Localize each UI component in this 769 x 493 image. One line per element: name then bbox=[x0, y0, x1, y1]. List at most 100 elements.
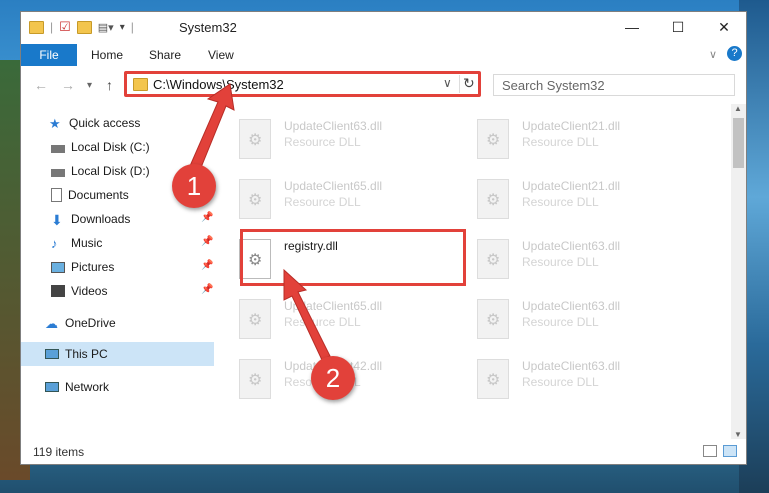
sidebar-item-music[interactable]: ♪ Music bbox=[51, 232, 102, 254]
sidebar-item-downloads[interactable]: ⬇ Downloads bbox=[51, 208, 130, 230]
pin-icon[interactable]: 📌 bbox=[201, 260, 213, 271]
file-item[interactable]: UpdateClient63.dll Resource DLL bbox=[234, 116, 454, 164]
file-type: Resource DLL bbox=[284, 315, 361, 329]
download-icon: ⬇ bbox=[51, 212, 63, 228]
maximize-button[interactable]: ☐ bbox=[655, 12, 701, 42]
sidebar-item-documents[interactable]: Documents bbox=[51, 184, 129, 206]
dll-file-icon bbox=[239, 179, 271, 219]
sidebar-item-videos[interactable]: Videos bbox=[51, 280, 107, 302]
file-type: Resource DLL bbox=[522, 375, 599, 389]
sidebar-item-this-pc[interactable]: This PC bbox=[45, 343, 108, 365]
file-type: Resource DLL bbox=[284, 135, 361, 149]
sidebar-item-label: Network bbox=[65, 380, 110, 394]
sidebar-item-label: Pictures bbox=[71, 260, 115, 274]
tab-file[interactable]: File bbox=[21, 44, 77, 66]
minimize-button[interactable]: — bbox=[609, 12, 655, 42]
pin-icon[interactable]: 📌 bbox=[201, 284, 213, 295]
file-item[interactable]: UpdateClient21.dll Resource DLL bbox=[472, 176, 692, 224]
file-item[interactable]: UpdateClient63.dll Resource DLL bbox=[472, 236, 692, 284]
sidebar-item-label: Downloads bbox=[71, 212, 131, 226]
dll-file-icon bbox=[239, 299, 271, 339]
sidebar-item-local-disk-c[interactable]: Local Disk (C:) bbox=[51, 136, 150, 158]
sidebar-item-pictures[interactable]: Pictures bbox=[51, 256, 114, 278]
vertical-scrollbar[interactable]: ▲ ▼ bbox=[731, 104, 746, 439]
music-icon: ♪ bbox=[51, 236, 58, 251]
scroll-up-icon[interactable]: ▲ bbox=[734, 104, 742, 113]
file-type: Resource DLL bbox=[284, 195, 361, 209]
callout-2: 2 bbox=[311, 356, 355, 400]
sidebar-item-onedrive[interactable]: ☁ OneDrive bbox=[45, 312, 116, 334]
sidebar-item-local-disk-d[interactable]: Local Disk (D:) bbox=[51, 160, 150, 182]
dll-file-icon bbox=[477, 119, 509, 159]
properties-icon[interactable]: ☑ bbox=[59, 19, 71, 35]
sidebar-item-label: This PC bbox=[65, 347, 108, 361]
file-name: UpdateClient63.dll bbox=[522, 299, 621, 313]
callout-1: 1 bbox=[172, 164, 216, 208]
dll-file-icon bbox=[477, 179, 509, 219]
file-item[interactable]: UpdateClient21.dll Resource DLL bbox=[472, 116, 692, 164]
details-view-icon[interactable] bbox=[703, 445, 717, 457]
sidebar-item-label: Music bbox=[71, 236, 103, 250]
file-type: Resource DLL bbox=[522, 135, 599, 149]
address-highlight-box bbox=[124, 71, 481, 97]
up-icon[interactable]: ↑ bbox=[106, 77, 113, 93]
recent-locations-icon[interactable]: ▾ bbox=[87, 80, 92, 91]
dll-file-icon bbox=[477, 299, 509, 339]
sidebar-item-quick-access[interactable]: ★ Quick access bbox=[49, 112, 140, 134]
file-item[interactable]: UpdateClient65.dll Resource DLL bbox=[234, 296, 454, 344]
file-name: UpdateClient63.dll bbox=[522, 359, 621, 373]
drive-icon bbox=[51, 145, 65, 153]
document-icon bbox=[51, 188, 62, 202]
sidebar-item-label: Videos bbox=[71, 284, 108, 298]
ribbon-tabs: File Home Share View ∨ ? bbox=[21, 44, 746, 66]
cloud-icon: ☁ bbox=[45, 316, 58, 331]
separator: | bbox=[50, 20, 54, 34]
navigation-bar: ← → ▾ ↑ C:\Windows\System32 ∨ ↻ Search S… bbox=[21, 69, 746, 101]
chevron-down-icon[interactable]: ∨ bbox=[709, 48, 717, 61]
file-name: UpdateClient65.dll bbox=[284, 299, 383, 313]
navigation-pane: ★ Quick access Local Disk (C:) Local Dis… bbox=[21, 104, 214, 439]
network-icon bbox=[45, 382, 59, 392]
dll-file-icon bbox=[239, 359, 271, 399]
file-name: UpdateClient63.dll bbox=[522, 239, 621, 253]
file-item[interactable]: UpdateClient65.dll Resource DLL bbox=[234, 176, 454, 224]
title-bar: | ☑ ▤▾ ▾ | System32 — ☐ ✕ bbox=[21, 12, 746, 44]
item-count: 119 items bbox=[33, 445, 85, 459]
pictures-icon bbox=[51, 261, 65, 273]
tab-share[interactable]: Share bbox=[149, 48, 181, 62]
customize-icon[interactable]: ▤▾ bbox=[98, 21, 114, 34]
file-name: UpdateClient65.dll bbox=[284, 179, 383, 193]
search-input[interactable]: Search System32 bbox=[493, 74, 735, 96]
dll-file-icon bbox=[239, 119, 271, 159]
close-button[interactable]: ✕ bbox=[701, 12, 747, 42]
scrollbar-thumb[interactable] bbox=[733, 118, 744, 168]
new-folder-icon[interactable] bbox=[76, 20, 92, 34]
dll-file-icon bbox=[477, 239, 509, 279]
explorer-window: | ☑ ▤▾ ▾ | System32 — ☐ ✕ File Home Shar… bbox=[20, 11, 747, 465]
tab-view[interactable]: View bbox=[208, 48, 234, 62]
pin-icon[interactable]: 📌 bbox=[201, 236, 213, 247]
film-icon bbox=[51, 285, 65, 297]
large-icons-view-icon[interactable] bbox=[723, 445, 737, 457]
help-icon[interactable]: ? bbox=[727, 46, 742, 61]
sidebar-item-label: Local Disk (C:) bbox=[71, 140, 150, 154]
file-type: Resource DLL bbox=[522, 315, 599, 329]
pin-icon[interactable]: 📌 bbox=[201, 212, 213, 223]
folder-icon[interactable] bbox=[29, 20, 44, 34]
star-icon: ★ bbox=[49, 116, 61, 131]
file-item[interactable]: UpdateClient63.dll Resource DLL bbox=[472, 356, 692, 404]
file-name: UpdateClient63.dll bbox=[284, 119, 383, 133]
file-item[interactable]: UpdateClient63.dll Resource DLL bbox=[472, 296, 692, 344]
scroll-down-icon[interactable]: ▼ bbox=[734, 430, 742, 439]
file-name: UpdateClient21.dll bbox=[522, 179, 621, 193]
registry-highlight-box bbox=[240, 229, 466, 286]
dll-file-icon bbox=[477, 359, 509, 399]
tab-home[interactable]: Home bbox=[91, 48, 123, 62]
back-icon[interactable]: ← bbox=[34, 77, 48, 93]
qat-dropdown-icon[interactable]: ▾ bbox=[120, 22, 125, 33]
sidebar-item-label: OneDrive bbox=[65, 316, 116, 330]
sidebar-item-label: Documents bbox=[68, 188, 129, 202]
window-title: System32 bbox=[179, 20, 237, 35]
sidebar-item-network[interactable]: Network bbox=[45, 376, 109, 398]
forward-icon[interactable]: → bbox=[61, 77, 75, 93]
